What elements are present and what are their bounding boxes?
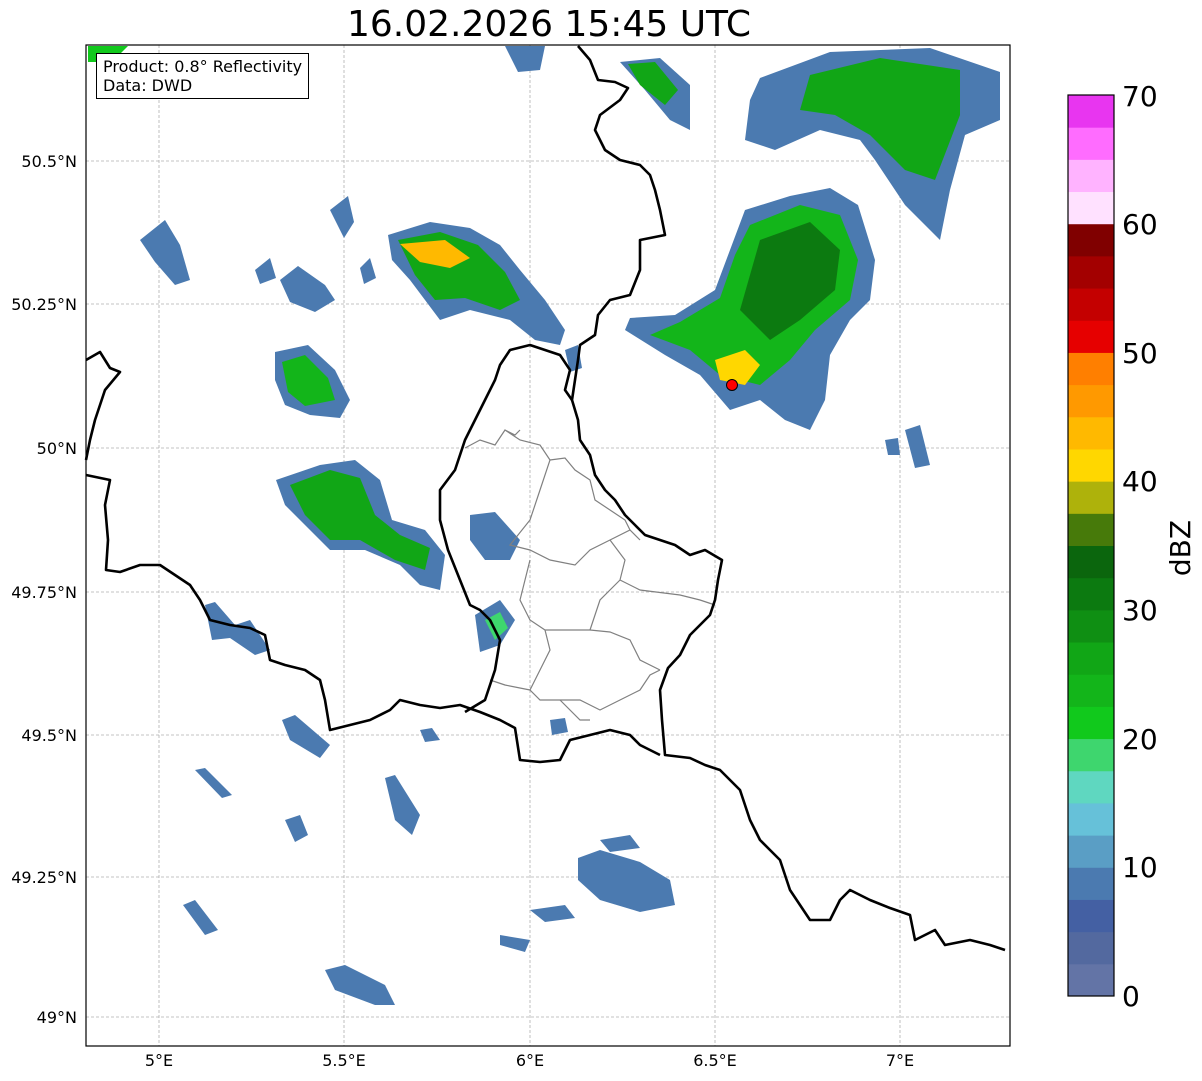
colorbar-segment	[1068, 545, 1114, 579]
colorbar-segment	[1068, 642, 1114, 675]
colorbar-tick-label: 60	[1122, 208, 1158, 241]
colorbar-tick-label: 70	[1122, 80, 1158, 113]
colorbar-segment	[1068, 963, 1114, 997]
colorbar-segment	[1068, 320, 1114, 353]
lon-tick-label: 5°E	[145, 1051, 173, 1070]
colorbar-segment	[1068, 770, 1114, 804]
colorbar-segment	[1068, 609, 1114, 643]
lon-tick-label: 6.5°E	[693, 1051, 737, 1070]
colorbar-segment	[1068, 191, 1114, 225]
colorbar-segment	[1068, 255, 1114, 289]
colorbar-segment	[1068, 899, 1114, 933]
colorbar	[1068, 95, 1114, 997]
colorbar-segment	[1068, 513, 1114, 546]
lat-tick-label: 49°N	[37, 1008, 77, 1027]
lat-tick-label: 49.5°N	[21, 726, 77, 745]
lat-tick-label: 50.5°N	[21, 152, 77, 171]
data-source-label: Data: DWD	[103, 76, 193, 95]
colorbar-segment	[1068, 384, 1114, 418]
colorbar-segment	[1068, 127, 1114, 160]
colorbar-segment	[1068, 416, 1114, 450]
colorbar-tick-label: 20	[1122, 723, 1158, 756]
radar-site-marker	[726, 379, 738, 391]
product-info-box: Product: 0.8° Reflectivity Data: DWD	[96, 53, 310, 99]
colorbar-segment	[1068, 352, 1114, 386]
colorbar-segment	[1068, 867, 1114, 900]
lat-tick-labels: 50.5°N 50.25°N 50°N 49.75°N 49.5°N 49.25…	[11, 152, 77, 1027]
colorbar-segment	[1068, 223, 1114, 257]
lon-tick-label: 6°E	[516, 1051, 544, 1070]
colorbar-tick-label: 40	[1122, 465, 1158, 498]
colorbar-tick-label: 30	[1122, 594, 1158, 627]
echo-cell	[550, 718, 568, 735]
colorbar-ticks: 0 10 20 30 40 50 60 70	[1122, 80, 1158, 1013]
colorbar-segment	[1068, 931, 1114, 965]
colorbar-segment	[1068, 674, 1114, 707]
product-label: Product: 0.8° Reflectivity	[103, 57, 303, 76]
colorbar-tick-label: 0	[1122, 980, 1140, 1013]
colorbar-segment	[1068, 288, 1114, 321]
colorbar-segment	[1068, 835, 1114, 868]
lat-tick-label: 49.25°N	[11, 868, 77, 887]
colorbar-segment	[1068, 448, 1114, 482]
lon-tick-label: 7°E	[886, 1051, 914, 1070]
colorbar-segment	[1068, 481, 1114, 514]
colorbar-segment	[1068, 706, 1114, 740]
lon-tick-labels: 5°E 5.5°E 6°E 6.5°E 7°E	[145, 1051, 914, 1070]
colorbar-tick-label: 50	[1122, 337, 1158, 370]
colorbar-tick-label: 10	[1122, 851, 1158, 884]
colorbar-segment	[1068, 802, 1114, 836]
colorbar-segment	[1068, 159, 1114, 193]
colorbar-segment	[1068, 738, 1114, 772]
lat-tick-label: 49.75°N	[11, 583, 77, 602]
lon-tick-label: 5.5°E	[322, 1051, 366, 1070]
colorbar-segment	[1068, 577, 1114, 611]
colorbar-label: dBZ	[1164, 520, 1197, 576]
radar-map: 50.5°N 50.25°N 50°N 49.75°N 49.5°N 49.25…	[11, 44, 1197, 1070]
colorbar-segment	[1068, 95, 1114, 128]
lat-tick-label: 50°N	[37, 439, 77, 458]
map-frame	[86, 45, 1010, 1046]
lat-tick-label: 50.25°N	[11, 295, 77, 314]
